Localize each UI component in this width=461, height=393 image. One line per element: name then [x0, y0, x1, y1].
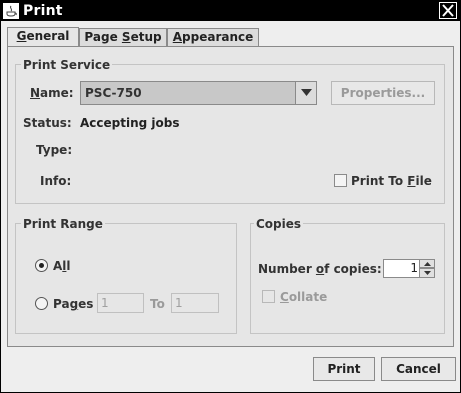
- tab-page-setup-label: Page Setup: [84, 30, 162, 44]
- tab-appearance[interactable]: Appearance: [167, 28, 259, 47]
- tab-general-label: General: [16, 29, 70, 43]
- name-label: Name:: [30, 86, 74, 100]
- tab-page-setup[interactable]: Page Setup: [79, 28, 167, 47]
- number-of-copies-label: Number of copies:: [258, 262, 382, 276]
- close-icon[interactable]: [439, 2, 457, 19]
- print-to-file-label: Print To File: [351, 174, 432, 188]
- cancel-button[interactable]: Cancel: [381, 357, 456, 381]
- collate-checkbox[interactable]: [262, 290, 275, 303]
- pages-radio[interactable]: [35, 297, 48, 310]
- collate-label: Collate: [280, 290, 328, 304]
- properties-button[interactable]: Properties...: [331, 81, 435, 105]
- print-range-title: Print Range: [21, 217, 105, 231]
- all-label: All: [53, 259, 71, 273]
- printer-name-value: PSC-750: [85, 86, 142, 100]
- pages-to-label: To: [150, 297, 165, 311]
- chevron-down-icon[interactable]: [295, 82, 316, 104]
- all-radio[interactable]: [35, 259, 48, 272]
- print-button[interactable]: Print: [313, 357, 375, 381]
- java-app-icon: [3, 3, 19, 19]
- pages-to-field[interactable]: 1: [171, 293, 219, 313]
- info-label: Info:: [40, 174, 72, 188]
- spinner-up-icon[interactable]: [419, 259, 435, 268]
- print-dialog: Print General Page Setup Appearance Prin…: [0, 0, 461, 393]
- print-range-group: [15, 223, 237, 334]
- copies-title: Copies: [254, 217, 304, 231]
- tab-general[interactable]: General: [7, 27, 79, 47]
- window-title: Print: [23, 3, 63, 19]
- status-label: Status:: [23, 116, 72, 130]
- spinner-down-icon[interactable]: [419, 268, 435, 278]
- print-to-file-checkbox[interactable]: [334, 174, 347, 187]
- radio-selected-dot: [39, 263, 44, 268]
- pages-label: Pages: [53, 297, 94, 311]
- print-service-title: Print Service: [21, 58, 113, 72]
- copies-group: [250, 223, 445, 334]
- type-label: Type:: [36, 143, 73, 157]
- tab-appearance-label: Appearance: [172, 30, 254, 44]
- printer-name-combobox[interactable]: PSC-750: [80, 81, 317, 105]
- title-bar[interactable]: Print: [1, 1, 460, 21]
- status-value: Accepting jobs: [80, 116, 180, 130]
- pages-from-field[interactable]: 1: [97, 293, 144, 313]
